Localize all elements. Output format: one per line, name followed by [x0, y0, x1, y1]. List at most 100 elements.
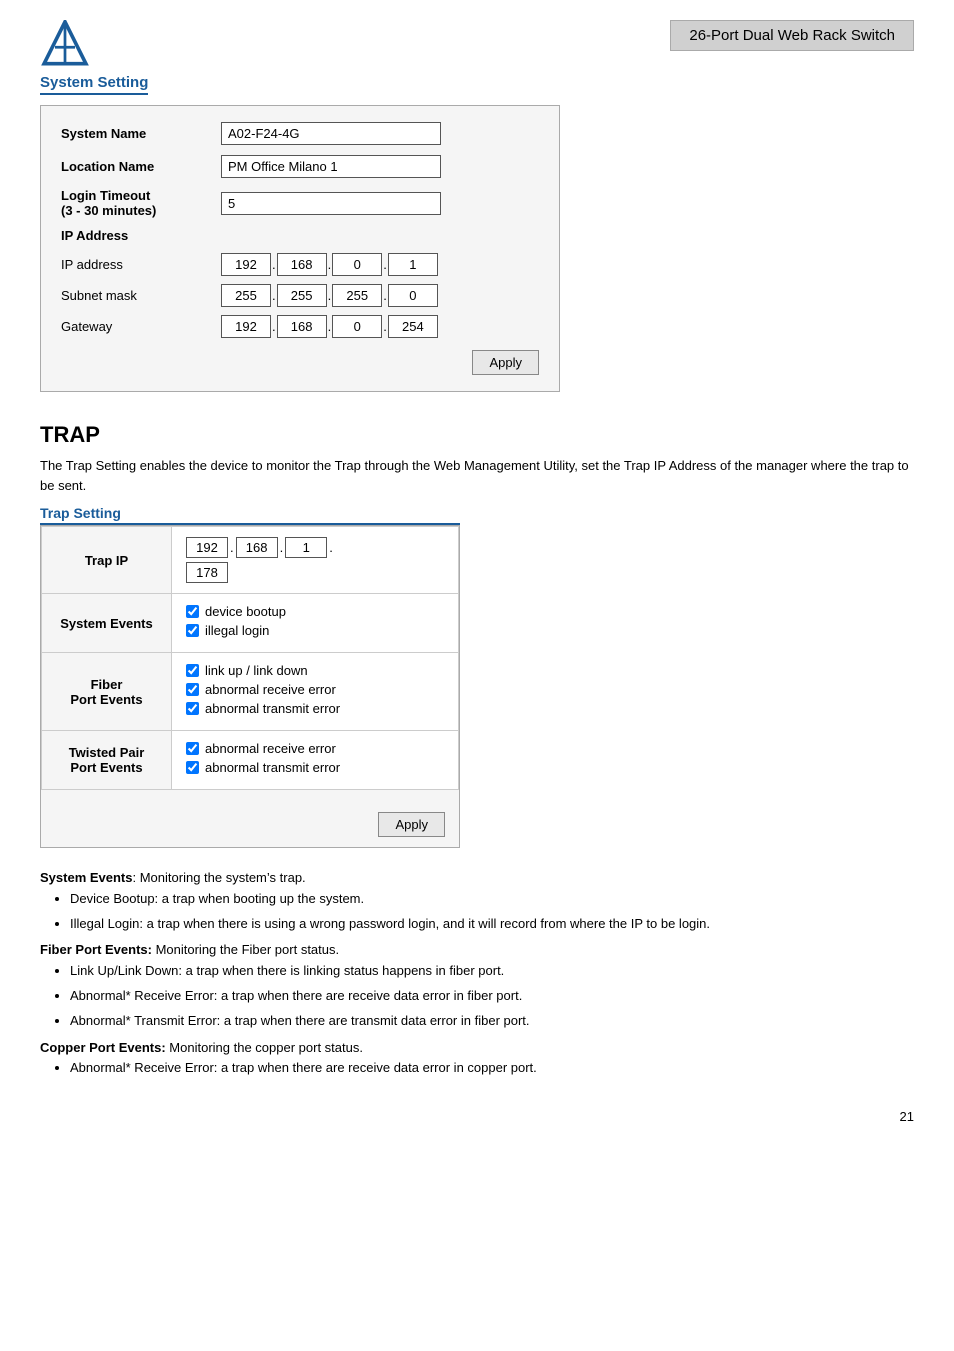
login-timeout-label: Login Timeout (3 - 30 minutes): [61, 188, 221, 218]
gateway-inputs: . . .: [221, 315, 438, 338]
link-up-down-checkbox[interactable]: [186, 664, 199, 677]
subnet-mask-row: Subnet mask . . .: [61, 284, 539, 307]
system-setting-title: System Setting: [40, 74, 148, 95]
trap-ip-value: . . .: [172, 527, 459, 594]
trap-ip-inputs: . . .: [186, 537, 444, 558]
gateway-seg-3[interactable]: [332, 315, 382, 338]
link-up-down-row: link up / link down: [186, 663, 444, 678]
tp-recv-error-row: abnormal receive error: [186, 741, 444, 756]
fiber-recv-error-label: abnormal receive error: [205, 682, 336, 697]
ip-seg-2[interactable]: [277, 253, 327, 276]
gateway-row: Gateway . . .: [61, 315, 539, 338]
ip-seg-1[interactable]: [221, 253, 271, 276]
tp-recv-error-checkbox[interactable]: [186, 742, 199, 755]
trap-description: The Trap Setting enables the device to m…: [40, 456, 914, 495]
subnet-mask-inputs: . . .: [221, 284, 438, 307]
twisted-pair-label: Twisted Pair Port Events: [42, 731, 172, 790]
ip-seg-3[interactable]: [332, 253, 382, 276]
fiber-trans-error-checkbox[interactable]: [186, 702, 199, 715]
copper-desc: Copper Port Events: Monitoring the coppe…: [40, 1038, 914, 1059]
tp-recv-error-label: abnormal receive error: [205, 741, 336, 756]
trap-ip-seg-4[interactable]: [186, 562, 228, 583]
trap-setting-title: Trap Setting: [40, 505, 460, 525]
trap-ip-row: Trap IP . . .: [42, 527, 459, 594]
system-apply-row: Apply: [61, 350, 539, 375]
fiber-trans-error-row: abnormal transmit error: [186, 701, 444, 716]
trap-box: Trap IP . . . S: [40, 525, 460, 848]
system-events-label: System Events: [42, 594, 172, 653]
illegal-login-checkbox[interactable]: [186, 624, 199, 637]
list-item: Illegal Login: a trap when there is usin…: [70, 914, 914, 935]
trap-ip-dot-3: .: [329, 540, 333, 555]
page-number: 21: [40, 1109, 914, 1124]
trap-ip-seg-1[interactable]: [186, 537, 228, 558]
copper-desc-title: Copper Port Events:: [40, 1040, 166, 1055]
trap-apply-row: Apply: [41, 802, 459, 847]
list-item: Link Up/Link Down: a trap when there is …: [70, 961, 914, 982]
list-item: Abnormal* Receive Error: a trap when the…: [70, 986, 914, 1007]
trap-table: Trap IP . . . S: [41, 526, 459, 790]
ip-address-row: IP address . . .: [61, 253, 539, 276]
ip-seg-4[interactable]: [388, 253, 438, 276]
subnet-seg-4[interactable]: [388, 284, 438, 307]
system-events-row: System Events device bootup illegal logi…: [42, 594, 459, 653]
fiber-port-events-row: Fiber Port Events link up / link down ab…: [42, 653, 459, 731]
copper-bullets: Abnormal* Receive Error: a trap when the…: [70, 1058, 914, 1079]
gateway-seg-1[interactable]: [221, 315, 271, 338]
copper-desc-text: Monitoring the copper port status.: [166, 1040, 363, 1055]
device-bootup-label: device bootup: [205, 604, 286, 619]
tp-trans-error-checkbox[interactable]: [186, 761, 199, 774]
system-setting-box: System Name Location Name Login Timeout …: [40, 105, 560, 392]
fiber-recv-error-checkbox[interactable]: [186, 683, 199, 696]
tp-trans-error-row: abnormal transmit error: [186, 760, 444, 775]
list-item: Abnormal* Transmit Error: a trap when th…: [70, 1011, 914, 1032]
illegal-login-label: illegal login: [205, 623, 269, 638]
system-events-value: device bootup illegal login: [172, 594, 459, 653]
trap-ip-label: Trap IP: [42, 527, 172, 594]
twisted-pair-value: abnormal receive error abnormal transmit…: [172, 731, 459, 790]
fiber-port-events-value: link up / link down abnormal receive err…: [172, 653, 459, 731]
login-timeout-input[interactable]: [221, 192, 441, 215]
trap-apply-button[interactable]: Apply: [378, 812, 445, 837]
system-events-desc-text: : Monitoring the system’s trap.: [133, 870, 306, 885]
system-name-input[interactable]: [221, 122, 441, 145]
device-bootup-row: device bootup: [186, 604, 444, 619]
subnet-seg-3[interactable]: [332, 284, 382, 307]
descriptions-section: System Events: Monitoring the system’s t…: [40, 868, 914, 1079]
system-events-desc-title: System Events: [40, 870, 133, 885]
gateway-seg-2[interactable]: [277, 315, 327, 338]
fiber-desc-text: Monitoring the Fiber port status.: [152, 942, 339, 957]
fiber-desc-title: Fiber Port Events:: [40, 942, 152, 957]
gateway-seg-4[interactable]: [388, 315, 438, 338]
fiber-trans-error-label: abnormal transmit error: [205, 701, 340, 716]
trap-ip-dot-1: .: [230, 540, 234, 555]
list-item: Abnormal* Receive Error: a trap when the…: [70, 1058, 914, 1079]
tp-trans-error-label: abnormal transmit error: [205, 760, 340, 775]
fiber-recv-error-row: abnormal receive error: [186, 682, 444, 697]
system-events-desc: System Events: Monitoring the system’s t…: [40, 868, 914, 889]
trap-ip-seg-3[interactable]: [285, 537, 327, 558]
list-item: Device Bootup: a trap when booting up th…: [70, 889, 914, 910]
subnet-seg-2[interactable]: [277, 284, 327, 307]
illegal-login-row: illegal login: [186, 623, 444, 638]
fiber-bullets: Link Up/Link Down: a trap when there is …: [70, 961, 914, 1031]
location-name-label: Location Name: [61, 159, 221, 174]
location-name-input[interactable]: [221, 155, 441, 178]
fiber-port-events-label: Fiber Port Events: [42, 653, 172, 731]
twisted-pair-row: Twisted Pair Port Events abnormal receiv…: [42, 731, 459, 790]
logo-area: System Setting: [40, 20, 148, 95]
system-name-row: System Name: [61, 122, 539, 145]
product-title: 26-Port Dual Web Rack Switch: [670, 20, 914, 51]
fiber-desc: Fiber Port Events: Monitoring the Fiber …: [40, 940, 914, 961]
location-name-row: Location Name: [61, 155, 539, 178]
trap-heading: TRAP: [40, 422, 914, 448]
trap-ip-dot-2: .: [280, 540, 284, 555]
gateway-label: Gateway: [61, 319, 221, 334]
page-header: System Setting 26-Port Dual Web Rack Swi…: [40, 20, 914, 95]
trap-ip-seg-2[interactable]: [236, 537, 278, 558]
subnet-mask-label: Subnet mask: [61, 288, 221, 303]
system-apply-button[interactable]: Apply: [472, 350, 539, 375]
device-bootup-checkbox[interactable]: [186, 605, 199, 618]
subnet-seg-1[interactable]: [221, 284, 271, 307]
ip-address-label: IP address: [61, 257, 221, 272]
